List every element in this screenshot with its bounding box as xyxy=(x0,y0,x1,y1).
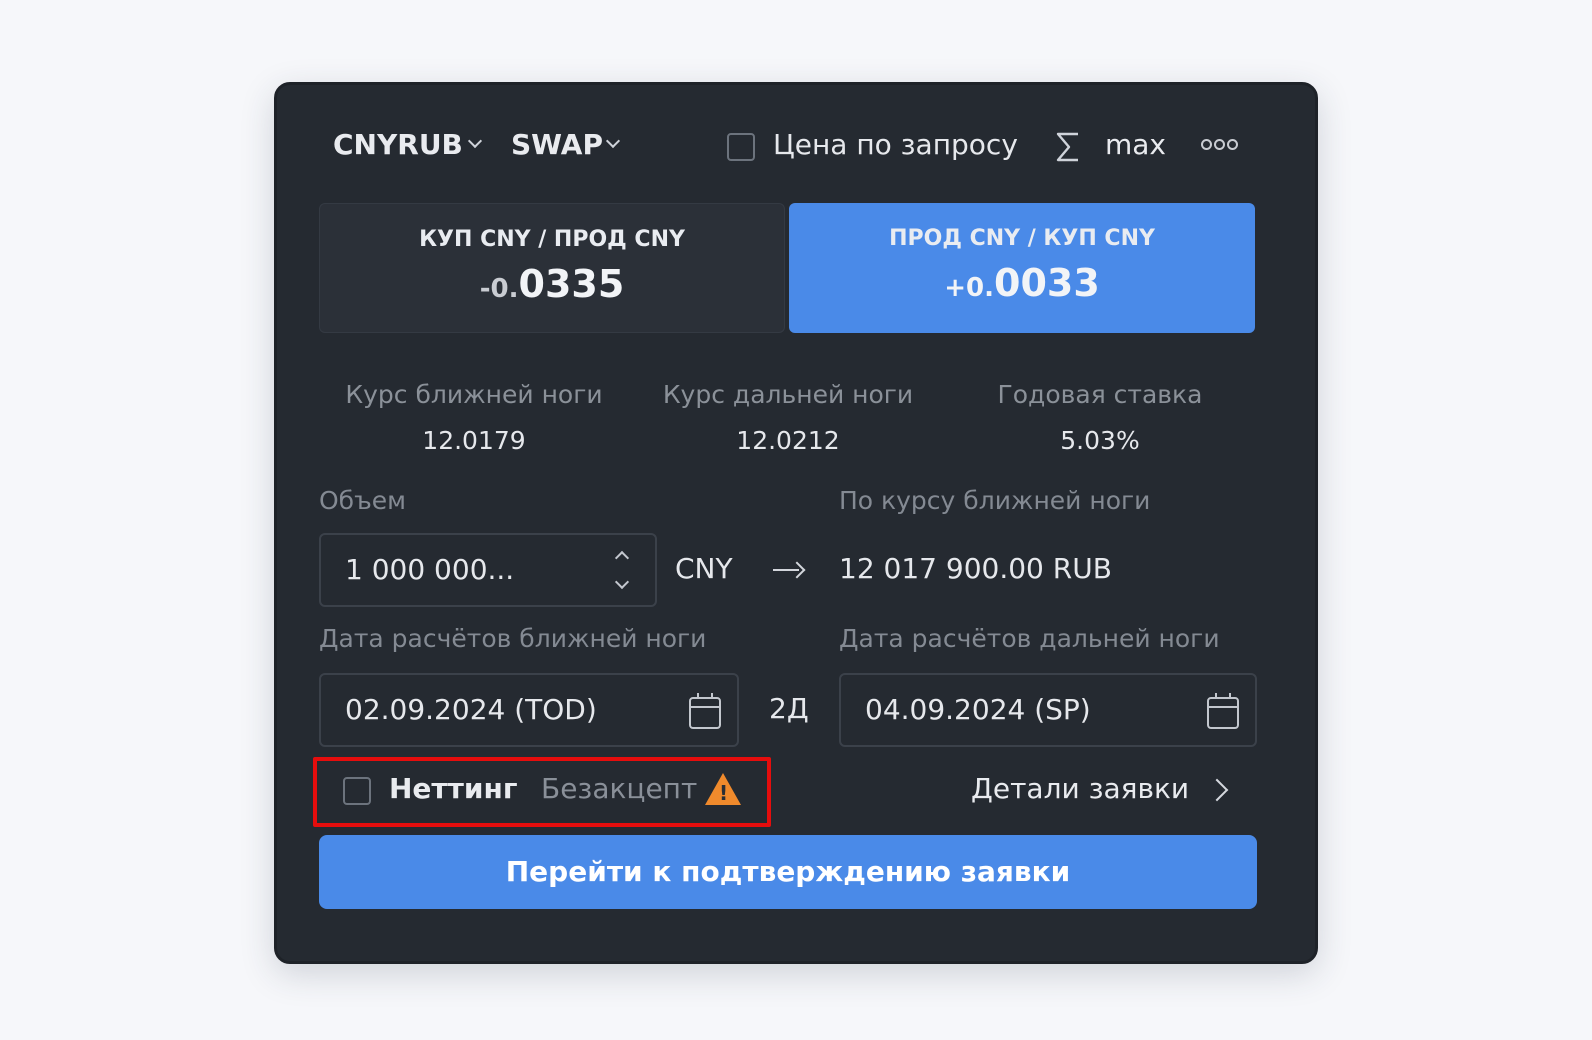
stat-value: 5.03% xyxy=(1060,426,1140,455)
confirm-order-button[interactable]: Перейти к подтверждению заявки xyxy=(319,835,1257,909)
tenor-label: 2Д xyxy=(769,692,809,725)
sigma-icon[interactable] xyxy=(1055,131,1081,163)
far-date-input[interactable]: 04.09.2024 (SP) xyxy=(839,673,1257,747)
max-button[interactable]: max xyxy=(1105,127,1166,163)
far-date-label: Дата расчётов дальней ноги xyxy=(839,624,1220,653)
stat-near-rate: Курс ближней ноги 12.0179 xyxy=(319,379,629,457)
stat-value: 12.0179 xyxy=(422,426,526,455)
netting-label: Неттинг xyxy=(389,772,518,805)
quantity-stepper[interactable] xyxy=(611,547,635,595)
pair-label: CNYRUB xyxy=(333,128,463,161)
pair-selector[interactable]: CNYRUB xyxy=(333,127,493,163)
swap-order-widget: CNYRUB SWAP Цена по запросу max КУП CNY … xyxy=(274,82,1318,964)
calendar-icon[interactable] xyxy=(1207,693,1239,729)
conversion-label: По курсу ближней ноги xyxy=(839,486,1151,515)
volume-currency: CNY xyxy=(675,552,733,585)
instrument-selector[interactable]: SWAP xyxy=(511,127,631,163)
stat-label: Курс дальней ноги xyxy=(662,380,914,409)
buy-sell-button[interactable]: КУП CNY / ПРОД CNY -0.0335 xyxy=(319,203,785,333)
buy-sell-points: -0.0335 xyxy=(479,262,625,306)
instrument-label: SWAP xyxy=(511,128,603,161)
volume-input[interactable]: 1 000 000... xyxy=(319,533,657,607)
order-details-link[interactable]: Детали заявки xyxy=(971,771,1241,807)
stat-value: 12.0212 xyxy=(736,426,840,455)
sell-buy-points: +0.0033 xyxy=(944,261,1100,305)
volume-value: 1 000 000... xyxy=(345,553,515,586)
buy-sell-label: КУП CNY / ПРОД CNY xyxy=(419,227,685,252)
stat-far-rate: Курс дальней ноги 12.0212 xyxy=(633,379,943,457)
chevron-down-icon xyxy=(605,133,621,149)
calendar-icon[interactable] xyxy=(689,693,721,729)
chevron-down-icon xyxy=(467,133,483,149)
near-date-value: 02.09.2024 (TOD) xyxy=(345,693,597,726)
price-on-request-checkbox[interactable] xyxy=(727,133,755,161)
stat-label: Курс ближней ноги xyxy=(345,380,603,409)
price-on-request-label: Цена по запросу xyxy=(773,128,1018,161)
converted-amount: 12 017 900.00 RUB xyxy=(839,552,1112,585)
netting-checkbox[interactable] xyxy=(343,777,371,805)
no-accept-label: Безакцепт xyxy=(541,772,698,805)
arrow-right-icon xyxy=(773,561,807,579)
volume-label: Объем xyxy=(319,486,406,515)
chevron-up-icon[interactable] xyxy=(614,550,630,566)
stat-annual-rate: Годовая ставка 5.03% xyxy=(945,379,1255,457)
chevron-right-icon xyxy=(1205,778,1229,802)
warning-icon: ! xyxy=(705,773,741,805)
chevron-down-icon[interactable] xyxy=(614,574,630,590)
near-date-label: Дата расчётов ближней ноги xyxy=(319,624,707,653)
far-date-value: 04.09.2024 (SP) xyxy=(865,693,1091,726)
sell-buy-button[interactable]: ПРОД CNY / КУП CNY +0.0033 xyxy=(789,203,1255,333)
more-dots-icon[interactable] xyxy=(1201,139,1240,153)
sell-buy-label: ПРОД CNY / КУП CNY xyxy=(889,226,1155,251)
stat-label: Годовая ставка xyxy=(997,380,1203,409)
near-date-input[interactable]: 02.09.2024 (TOD) xyxy=(319,673,739,747)
order-details-label: Детали заявки xyxy=(971,772,1190,805)
